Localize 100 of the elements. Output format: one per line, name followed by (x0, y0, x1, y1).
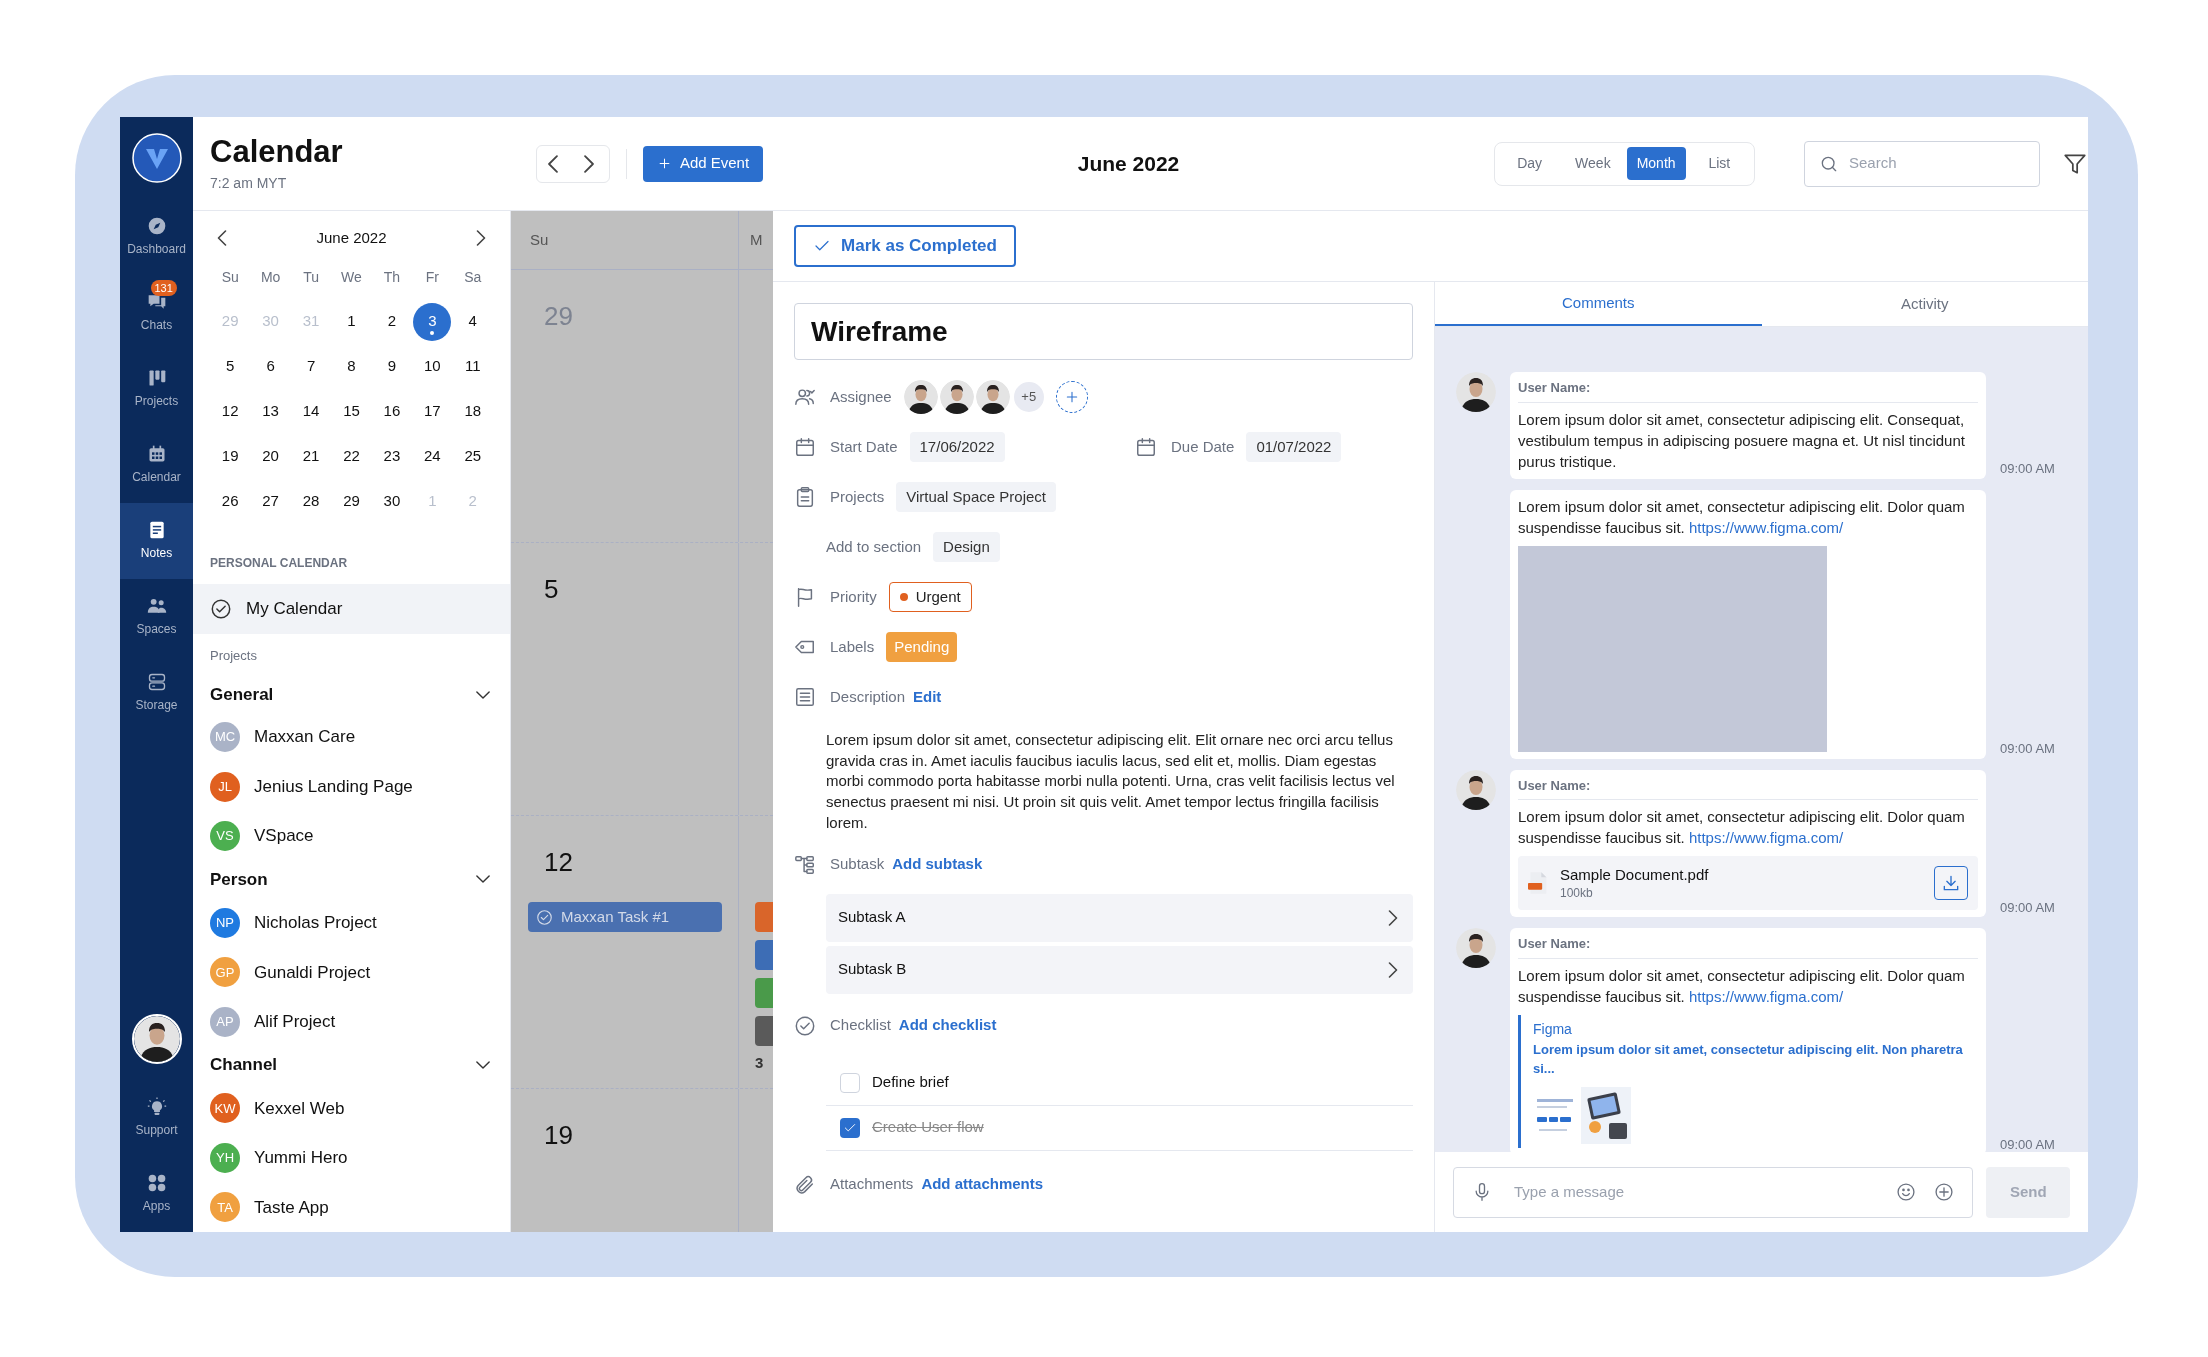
calendar-icon (794, 436, 816, 458)
group-header[interactable]: General (193, 677, 510, 713)
calendar-day[interactable]: 29 (332, 482, 371, 521)
calendar-day[interactable]: 18 (453, 392, 492, 431)
nav-item[interactable]: Notes (120, 503, 193, 579)
calendar-day[interactable]: 15 (332, 392, 371, 431)
group-header[interactable]: Channel (193, 1046, 510, 1084)
link-preview[interactable]: Figma Lorem ipsum dolor sit amet, consectetur adipiscing elit. Non pharetra si... (1518, 1014, 1978, 1148)
link[interactable]: https://www.figma.com/ (1688, 829, 1844, 846)
calendar-day[interactable]: 30 (372, 482, 411, 521)
calendar-day[interactable]: 4 (453, 302, 492, 341)
avatar[interactable] (1456, 769, 1496, 810)
calendar-day[interactable]: 25 (453, 437, 492, 476)
title-field[interactable]: Wireframe (794, 303, 1413, 360)
calendar-day[interactable]: 17 (413, 392, 452, 431)
calendar-day[interactable]: 13 (251, 392, 290, 431)
calendar-day[interactable]: 12 (211, 392, 250, 431)
calendar-day[interactable]: 6 (251, 347, 290, 386)
calendar-day[interactable]: 10 (413, 347, 452, 386)
calendar-day[interactable]: 8 (332, 347, 371, 386)
view-tab[interactable]: Day (1500, 147, 1560, 180)
link[interactable]: https://www.figma.com/ (1688, 518, 1844, 536)
section-chip[interactable]: Design (933, 532, 1000, 562)
project-item[interactable]: YH Yummi Hero (193, 1133, 510, 1183)
project-chip[interactable]: Virtual Space Project (896, 482, 1056, 512)
calendar-day[interactable]: 19 (211, 437, 250, 476)
more-events-count[interactable]: 3 (755, 1054, 773, 1072)
search-field[interactable]: Search (1804, 140, 2040, 187)
calendar-day[interactable]: 9 (372, 347, 411, 386)
event-chip[interactable]: Maxxan Task #1 (528, 902, 722, 932)
day-number: 29 (544, 300, 573, 332)
emoji-icon[interactable] (1896, 1182, 1917, 1202)
avatar[interactable] (939, 380, 974, 414)
date-chip[interactable]: 17/06/2022 (909, 432, 1005, 462)
nav-item[interactable]: Apps (120, 1156, 193, 1232)
download-icon (1941, 873, 1961, 893)
calendar-day[interactable]: 24 (413, 437, 452, 476)
add-subtask-link[interactable]: Add subtask (892, 853, 983, 876)
nav-item[interactable]: Dashboard (120, 199, 193, 275)
project-item[interactable]: AP Alif Project (193, 997, 510, 1047)
calendar-day[interactable]: 22 (332, 437, 371, 476)
calendar-day[interactable]: 11 (453, 347, 492, 386)
subtask-item[interactable]: Subtask B (826, 945, 1413, 994)
nav-item[interactable]: Spaces (120, 579, 193, 655)
nav-item[interactable]: Support (120, 1080, 193, 1156)
calendar-day[interactable]: 21 (292, 437, 331, 476)
nav-item[interactable]: Projects (120, 351, 193, 427)
calendar-day[interactable]: 14 (292, 392, 331, 431)
nav-item[interactable]: Storage (120, 655, 193, 731)
calendar-day[interactable]: 20 (251, 437, 290, 476)
checkbox[interactable] (840, 1072, 860, 1093)
calendar-item[interactable]: My Calendar (193, 584, 510, 635)
project-item[interactable]: VS VSpace (193, 811, 510, 861)
project-item[interactable]: JL Jenius Landing Page (193, 762, 510, 812)
calendar-day[interactable]: 1 (332, 302, 371, 341)
add-icon[interactable] (1934, 1182, 1955, 1202)
view-tab[interactable]: List (1689, 147, 1749, 180)
project-item[interactable]: TA Taste App (193, 1182, 510, 1232)
avatar[interactable] (1456, 372, 1496, 412)
calendar-day[interactable]: 26 (211, 482, 250, 521)
project-item[interactable]: NP Nicholas Project (193, 898, 510, 948)
message-text: Lorem ipsum dolor sit amet, consectetur adipiscing elit. Dolor quam suspendisse faucibus sit. https://www.figma.com/ (1518, 965, 1966, 1007)
group-header[interactable]: Person (193, 861, 510, 898)
date-chip[interactable]: 01/07/2022 (1246, 432, 1342, 462)
calendar-day[interactable]: 3 (413, 302, 452, 341)
mark-completed-button[interactable]: Mark as Completed (794, 225, 1016, 267)
avatar[interactable] (1456, 928, 1496, 968)
download-button[interactable] (1934, 866, 1968, 900)
add-attachments-link[interactable]: Add attachments (921, 1173, 1044, 1196)
check-circle-icon (210, 598, 232, 621)
avatar[interactable] (131, 1014, 182, 1064)
view-tab[interactable]: Month (1626, 147, 1686, 180)
nav-item[interactable]: 131 Chats (120, 275, 193, 351)
tab[interactable]: Activity (1761, 282, 2088, 326)
view-tab[interactable]: Week (1563, 147, 1623, 180)
avatar[interactable] (903, 380, 938, 414)
link[interactable]: https://www.figma.com/ (1688, 987, 1844, 1005)
add-checklist-link[interactable]: Add checklist (898, 1014, 997, 1037)
project-item[interactable]: MC Maxxan Care (193, 712, 510, 762)
project-item[interactable]: GP Gunaldi Project (193, 947, 510, 997)
priority-tag[interactable]: Urgent (888, 582, 972, 612)
search-input[interactable]: Search (1849, 152, 2025, 175)
more-count[interactable]: +5 (1011, 380, 1046, 414)
calendar-day[interactable]: 2 (372, 302, 411, 341)
author-name: User Name: (1518, 934, 1978, 959)
field-label: Projects (830, 486, 885, 507)
calendar-day[interactable]: 23 (372, 437, 411, 476)
calendar-day[interactable]: 28 (292, 482, 331, 521)
nav-item[interactable]: Calendar (120, 427, 193, 503)
calendar-day[interactable]: 7 (292, 347, 331, 386)
logo-icon[interactable] (131, 133, 182, 183)
edit-link[interactable]: Edit (913, 685, 942, 709)
project-item[interactable]: KW Kexxel Web (193, 1083, 510, 1133)
calendar-day[interactable]: 16 (372, 392, 411, 431)
add-event-button[interactable]: Add Event (643, 145, 763, 182)
calendar-day[interactable]: 27 (251, 482, 290, 521)
calendar-day[interactable]: 5 (211, 347, 250, 386)
subtask-item[interactable]: Subtask A (826, 893, 1413, 942)
checkbox[interactable] (840, 1117, 860, 1138)
avatar[interactable] (975, 380, 1010, 414)
